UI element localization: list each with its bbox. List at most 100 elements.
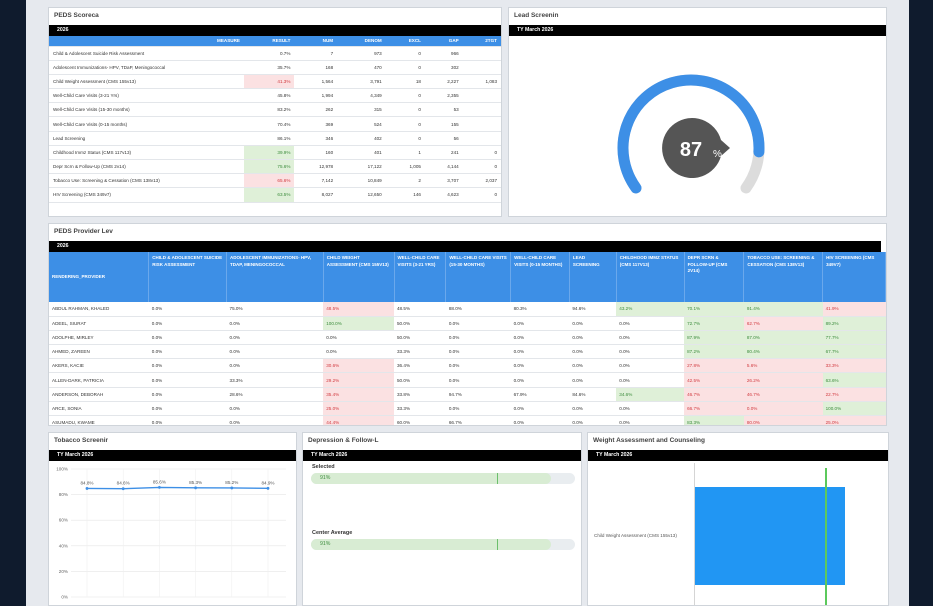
- provider-value-cell: 0.0%: [148, 358, 227, 374]
- data-point: [121, 487, 125, 491]
- scorecard-cell-num: 7,142: [294, 173, 338, 189]
- selected-target-line: [497, 473, 498, 484]
- provider-col-header[interactable]: LEAD SCREENING: [569, 252, 617, 302]
- scorecard-row[interactable]: Depr Scrn & Follow-Up (CMS 2v14) 75.6% 12,…: [49, 159, 501, 175]
- provider-panel: PEDS Provider Lev 2026 RENDERING_PROVIDE…: [48, 223, 887, 426]
- provider-value-cell: 22.7%: [822, 387, 886, 402]
- scorecard-cell-tgt: 0: [462, 145, 501, 161]
- provider-value-cell: 0.0%: [569, 372, 617, 388]
- scorecard-row[interactable]: Lead Screening 86.1% 346 402 0 56: [49, 131, 501, 146]
- provider-col-header[interactable]: CHILD WEIGHT ASSESSMENT (CMS 155V13): [323, 252, 395, 302]
- scorecard-row[interactable]: Well-Child Care Visits (0-15 months) 70.4…: [49, 116, 501, 132]
- provider-col-header[interactable]: DEPR SCRN & FOLLOW-UP (CMS 2V14): [684, 252, 745, 302]
- provider-value-cell: 87.2%: [684, 344, 744, 360]
- lead-gauge: 87 %: [617, 74, 765, 194]
- scorecard-row[interactable]: Childhood Immz Status (CMS 117v13) 39.9% 1…: [49, 145, 501, 161]
- provider-row[interactable]: ADOLPHE, MIRLEY 0.0% 0.0% 0.0% 50.0% 0.0% 0.0%…: [49, 330, 886, 346]
- provider-value-cell: 0.0%: [616, 316, 685, 331]
- provider-value-cell: 0.0%: [226, 344, 324, 360]
- y-tick-label: 100%: [56, 467, 68, 472]
- provider-value-cell: 0.0%: [148, 387, 227, 402]
- provider-value-cell: 100.0%: [822, 401, 886, 417]
- provider-col-header[interactable]: TOBACCO USE: SCREENING & CESSATION (CMS …: [743, 252, 824, 302]
- provider-name-cell: AKERS, KACIE: [49, 358, 149, 374]
- provider-row[interactable]: ABDUL RAHMAN, KHALED 0.0% 75.0% 48.5% 48.5% 8…: [49, 302, 886, 317]
- scorecard-cell-excl: 0: [385, 116, 425, 132]
- scorecard-cell-denom: 17,122: [337, 159, 386, 175]
- provider-col-header[interactable]: WELL-CHILD CARE VISITS (15-30 MONTHS): [445, 252, 512, 302]
- scorecard-col-header[interactable]: DENOM: [337, 36, 386, 47]
- data-label: 85.2%: [225, 480, 238, 485]
- depression-title: Depression & Follow-L: [308, 437, 379, 444]
- scorecard-cell-excl: 0: [385, 88, 425, 104]
- scorecard-cell-measure: Well-Child Care Visits (15-30 months): [49, 102, 244, 118]
- scorecard-cell-tgt: 2,037: [462, 173, 501, 189]
- provider-row[interactable]: AHMED, ZAREEN 0.0% 0.0% 0.0% 33.3% 0.0% 0.0% 0.…: [49, 344, 886, 360]
- scorecard-cell-gap: 3,707: [424, 173, 463, 189]
- scorecard-col-header[interactable]: 2TGT: [462, 36, 501, 47]
- provider-value-cell: 80.4%: [743, 344, 823, 360]
- provider-col-header[interactable]: CHILD & ADOLESCENT SUICIDE RISK ASSESSME…: [148, 252, 228, 302]
- data-point: [194, 486, 198, 490]
- provider-value-cell: 43.2%: [616, 302, 685, 317]
- scorecard-cell-excl: 18: [385, 74, 425, 90]
- provider-value-cell: 0.0%: [616, 372, 685, 388]
- provider-col-header[interactable]: WELL-CHILD CARE VISITS (3-21 YRS): [394, 252, 447, 302]
- provider-value-cell: 66.7%: [445, 415, 511, 425]
- provider-row[interactable]: ALLEN-DARK, PATRICIA 0.0% 33.3% 29.2% 50.0% 0…: [49, 372, 886, 388]
- scorecard-cell-denom: 10,849: [337, 173, 386, 189]
- scorecard-col-header[interactable]: RESULT: [244, 36, 295, 47]
- provider-value-cell: 63.6%: [822, 372, 886, 388]
- scorecard-row[interactable]: Adolescent Immunizations- HPV, TDaP, Men…: [49, 60, 501, 75]
- center-average-label: Center Average: [312, 530, 353, 536]
- provider-col-header[interactable]: WELL-CHILD CARE VISITS (0-15 MONTHS): [510, 252, 570, 302]
- scorecard-cell-tgt: 0: [462, 187, 501, 203]
- provider-value-cell: 0.0%: [148, 302, 227, 317]
- weight-title: Weight Assessment and Counseling: [593, 437, 705, 444]
- scorecard-col-header[interactable]: EXCL: [385, 36, 425, 47]
- provider-value-cell: 34.6%: [616, 387, 685, 402]
- scorecard-row[interactable]: Child Weight Assessment (CMS 155v13) 41.3…: [49, 74, 501, 90]
- scorecard-col-header[interactable]: NUM: [294, 36, 338, 47]
- provider-name-cell: ALLEN-DARK, PATRICIA: [49, 372, 149, 388]
- provider-row[interactable]: ARCE, SONIA 0.0% 0.0% 25.0% 33.3% 0.0% 0.0% 0.0…: [49, 401, 886, 417]
- scorecard-row[interactable]: Well-Child Care Visits (3-21 Yrs) 45.8% 1,…: [49, 88, 501, 104]
- provider-col-header[interactable]: RENDERING_PROVIDER: [49, 252, 150, 302]
- provider-row[interactable]: ADEEL, SIURAT 0.0% 0.0% 100.0% 50.0% 0.0% 0.0%…: [49, 316, 886, 331]
- provider-row[interactable]: AKERS, KACIE 0.0% 0.0% 30.6% 36.4% 0.0% 0.0% 0.…: [49, 358, 886, 374]
- scorecard-col-header[interactable]: GAP: [424, 36, 463, 47]
- provider-value-cell: 48.5%: [323, 302, 394, 317]
- center-average-bar: 91%: [311, 539, 552, 550]
- scorecard-row[interactable]: Tobacco Use: Screening & Cessation (CMS …: [49, 173, 501, 189]
- scorecard-row[interactable]: HIV Screening (CMS 349v7) 63.5% 8,027 12,65…: [49, 187, 501, 203]
- weight-period: TY March 2026: [588, 450, 888, 461]
- selected-bar-track: 91%: [311, 473, 575, 484]
- provider-row[interactable]: ANDERSON, DEBORAH 0.0% 28.6% 35.4% 33.8% 94.7…: [49, 387, 886, 402]
- scorecard-row[interactable]: Child & Adolescent Suicide Risk Assessme…: [49, 46, 501, 61]
- provider-value-cell: 87.0%: [743, 330, 823, 346]
- provider-value-cell: 87.9%: [684, 330, 744, 346]
- scorecard-col-header[interactable]: MEASURE: [49, 36, 244, 47]
- scorecard-row[interactable]: Well-Child Care Visits (15-30 months) 83.…: [49, 102, 501, 118]
- provider-col-header[interactable]: ADOLESCENT IMMUNIZATIONS- HPV, TDAP, MEN…: [226, 252, 324, 302]
- provider-value-cell: 94.6%: [569, 302, 617, 317]
- provider-col-header[interactable]: CHILDHOOD IMMZ STATUS (CMS 117V13): [616, 252, 685, 302]
- scorecard-cell-result: 41.3%: [244, 74, 295, 90]
- provider-value-cell: 35.4%: [323, 387, 394, 402]
- provider-value-cell: 67.7%: [822, 344, 886, 360]
- scorecard-cell-num: 7: [294, 46, 338, 61]
- provider-col-header[interactable]: HIV SCREENING (CMS 349V7): [822, 252, 886, 302]
- scorecard-cell-excl: 2: [385, 173, 425, 189]
- provider-value-cell: 25.0%: [323, 401, 394, 417]
- scorecard-cell-gap: 966: [424, 46, 463, 61]
- scorecard-cell-num: 8,027: [294, 187, 338, 203]
- scorecard-cell-gap: 302: [424, 60, 463, 75]
- scorecard-cell-num: 12,978: [294, 159, 338, 175]
- provider-value-cell: 77.7%: [822, 330, 886, 346]
- provider-value-cell: 67.9%: [510, 387, 570, 402]
- provider-value-cell: 0.0%: [569, 344, 617, 360]
- provider-row[interactable]: ASUMADU, KWAME 0.0% 0.0% 44.4% 60.0% 66.7% 0.0…: [49, 415, 886, 425]
- series-line: [86, 486, 269, 490]
- scorecard-cell-measure: Depr Scrn & Follow-Up (CMS 2v14): [49, 159, 244, 175]
- provider-value-cell: 0.0%: [510, 316, 570, 331]
